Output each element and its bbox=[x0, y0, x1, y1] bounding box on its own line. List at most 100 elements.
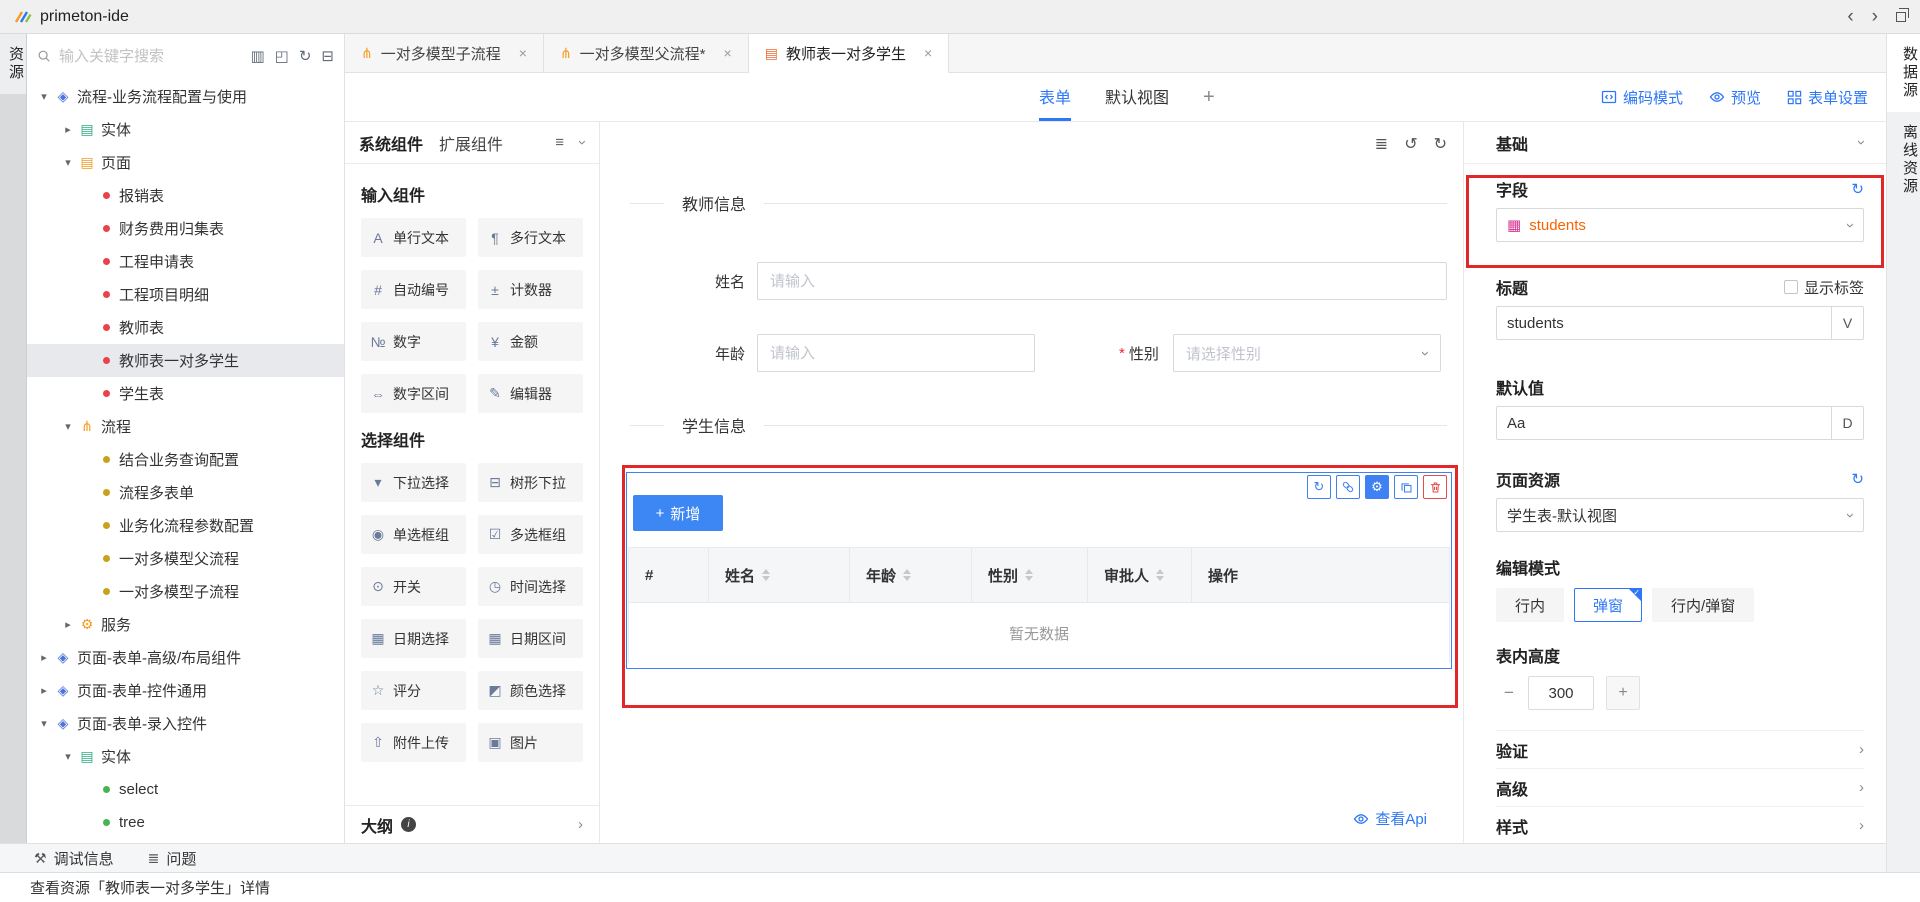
copy-icon[interactable] bbox=[1394, 475, 1418, 499]
palette-item[interactable]: ▦日期区间 bbox=[478, 619, 583, 658]
strip-tab-datasource[interactable]: 数据源 bbox=[1887, 34, 1920, 112]
palette-item[interactable]: ◉单选框组 bbox=[361, 515, 466, 554]
add-view-button[interactable]: + bbox=[1203, 73, 1215, 121]
chevron-down-icon[interactable]: ▾ bbox=[59, 750, 77, 763]
chevron-down-icon[interactable]: ▾ bbox=[35, 90, 53, 103]
chevron-right-icon[interactable]: › bbox=[1859, 742, 1864, 757]
tree-item[interactable]: ▾▤实体 bbox=[27, 740, 344, 773]
tab-system-components[interactable]: 系统组件 bbox=[359, 131, 423, 155]
checkbox-icon[interactable] bbox=[1784, 280, 1798, 294]
close-icon[interactable]: × bbox=[924, 45, 932, 61]
palette-item[interactable]: ⊟树形下拉 bbox=[478, 463, 583, 502]
undo-icon[interactable]: ↺ bbox=[1404, 134, 1417, 154]
import-icon[interactable]: ▥ bbox=[250, 47, 264, 65]
tree-item[interactable]: 结合业务查询配置 bbox=[27, 443, 344, 476]
tree-item[interactable]: 工程项目明细 bbox=[27, 278, 344, 311]
chevron-down-icon[interactable]: › bbox=[1854, 140, 1869, 145]
palette-item[interactable]: №数字 bbox=[361, 322, 466, 361]
sync-icon[interactable]: ↻ bbox=[1851, 470, 1864, 488]
nav-back-icon[interactable]: ‹ bbox=[1847, 7, 1853, 26]
show-label-toggle[interactable]: 显示标签 bbox=[1784, 277, 1864, 298]
palette-item[interactable]: ⇧附件上传 bbox=[361, 723, 466, 762]
sort-icon[interactable] bbox=[1156, 569, 1164, 581]
tree-item[interactable]: ▸⚙服务 bbox=[27, 608, 344, 641]
strip-tab-resources[interactable]: 资源 bbox=[0, 34, 26, 94]
file-tab-active[interactable]: ▤ 教师表一对多学生 × bbox=[749, 34, 949, 73]
view-api-link[interactable]: 查看Api bbox=[1353, 808, 1427, 829]
palette-item[interactable]: ±计数器 bbox=[478, 270, 583, 309]
sort-icon[interactable] bbox=[1025, 569, 1033, 581]
field-select[interactable]: ▦ students › bbox=[1496, 208, 1864, 242]
palette-item[interactable]: ☑多选框组 bbox=[478, 515, 583, 554]
edit-mode-button[interactable]: 行内/弹窗 bbox=[1652, 588, 1754, 622]
link-icon[interactable] bbox=[1336, 475, 1360, 499]
gender-select[interactable]: 请选择性别 › bbox=[1173, 334, 1441, 372]
tab-extension-components[interactable]: 扩展组件 bbox=[439, 131, 503, 155]
table-height-value[interactable]: 300 bbox=[1528, 676, 1594, 710]
chevron-right-icon[interactable]: › bbox=[1859, 780, 1864, 795]
debug-info-tab[interactable]: ⚒ 调试信息 bbox=[34, 848, 114, 869]
palette-item[interactable]: ¶多行文本 bbox=[478, 218, 583, 257]
tab-default-view[interactable]: 默认视图 bbox=[1105, 73, 1169, 121]
palette-item[interactable]: ▦日期选择 bbox=[361, 619, 466, 658]
close-icon[interactable]: × bbox=[724, 45, 732, 61]
chevron-right-icon[interactable]: › bbox=[1859, 818, 1864, 833]
table-column-header[interactable]: 审批人 bbox=[1088, 548, 1192, 602]
sort-icon[interactable] bbox=[762, 569, 770, 581]
close-icon[interactable]: × bbox=[519, 45, 527, 61]
edit-mode-button[interactable]: 弹窗 bbox=[1574, 588, 1642, 622]
default-value-input[interactable] bbox=[1497, 407, 1831, 439]
nav-forward-icon[interactable]: › bbox=[1872, 7, 1878, 26]
table-column-header[interactable]: 性别 bbox=[972, 548, 1088, 602]
tree-item[interactable]: ▸◈页面-表单-高级/布局组件 bbox=[27, 641, 344, 674]
tree-item[interactable]: select bbox=[27, 773, 344, 806]
file-tab[interactable]: ⋔ 一对多模型子流程 × bbox=[345, 34, 544, 72]
file-tab[interactable]: ⋔ 一对多模型父流程* × bbox=[544, 34, 749, 72]
palette-item[interactable]: ☆评分 bbox=[361, 671, 466, 710]
palette-item[interactable]: ⊙开关 bbox=[361, 567, 466, 606]
tree-item[interactable]: 工程申请表 bbox=[27, 245, 344, 278]
palette-item[interactable]: ✎编辑器 bbox=[478, 374, 583, 413]
palette-item[interactable]: ◷时间选择 bbox=[478, 567, 583, 606]
redo-icon[interactable]: ↻ bbox=[1434, 134, 1447, 154]
chevron-down-icon[interactable]: ▾ bbox=[35, 717, 53, 730]
palette-item[interactable]: ⇔数字区间 bbox=[361, 374, 466, 413]
tree-item[interactable]: ▾▤页面 bbox=[27, 146, 344, 179]
chevron-right-icon[interactable]: ▸ bbox=[59, 123, 77, 136]
refresh-icon[interactable]: ↻ bbox=[299, 47, 312, 65]
chevron-right-icon[interactable]: › bbox=[578, 817, 583, 832]
restore-window-icon[interactable] bbox=[1896, 12, 1906, 22]
strip-tab-offline-resources[interactable]: 离线资源 bbox=[1887, 112, 1920, 208]
section-validation[interactable]: 验证 › bbox=[1496, 731, 1864, 769]
default-variable-button[interactable]: D bbox=[1831, 407, 1863, 439]
folder-icon[interactable]: ◰ bbox=[275, 47, 289, 65]
palette-item[interactable]: ¥金额 bbox=[478, 322, 583, 361]
chevron-right-icon[interactable]: ▸ bbox=[59, 618, 77, 631]
table-column-header[interactable]: 年龄 bbox=[850, 548, 972, 602]
chevron-down-icon[interactable]: ▾ bbox=[59, 420, 77, 433]
preview-button[interactable]: 预览 bbox=[1709, 87, 1761, 108]
tree-item[interactable]: 业务化流程参数配置 bbox=[27, 509, 344, 542]
plus-icon[interactable]: + bbox=[1606, 676, 1640, 710]
section-advanced[interactable]: 高级 › bbox=[1496, 769, 1864, 807]
tree-item[interactable]: tree bbox=[27, 806, 344, 839]
add-row-button[interactable]: + 新增 bbox=[633, 495, 723, 531]
palette-item[interactable]: #自动编号 bbox=[361, 270, 466, 309]
page-resource-select[interactable]: 学生表-默认视图 › bbox=[1496, 498, 1864, 532]
tab-form[interactable]: 表单 bbox=[1039, 73, 1071, 121]
properties-header[interactable]: 基础 › bbox=[1464, 122, 1886, 164]
section-style[interactable]: 样式 › bbox=[1496, 807, 1864, 843]
tree-item[interactable]: 报销表 bbox=[27, 179, 344, 212]
sync-icon[interactable]: ↻ bbox=[1307, 475, 1331, 499]
tree-item[interactable]: ▾◈流程-业务流程配置与使用 bbox=[27, 80, 344, 113]
tree-item[interactable]: 一对多模型子流程 bbox=[27, 575, 344, 608]
student-subtable-widget[interactable]: ↻ ⚙ + 新增 #姓名年龄 bbox=[626, 472, 1452, 669]
palette-item[interactable]: A单行文本 bbox=[361, 218, 466, 257]
tree-item[interactable]: 教师表一对多学生 bbox=[27, 344, 344, 377]
chevron-right-icon[interactable]: ▸ bbox=[35, 651, 53, 664]
title-input[interactable] bbox=[1497, 307, 1831, 339]
tree-item[interactable]: 教师表 bbox=[27, 311, 344, 344]
palette-item[interactable]: ◩颜色选择 bbox=[478, 671, 583, 710]
age-input[interactable] bbox=[757, 334, 1035, 372]
tree-item[interactable]: 学生表 bbox=[27, 377, 344, 410]
